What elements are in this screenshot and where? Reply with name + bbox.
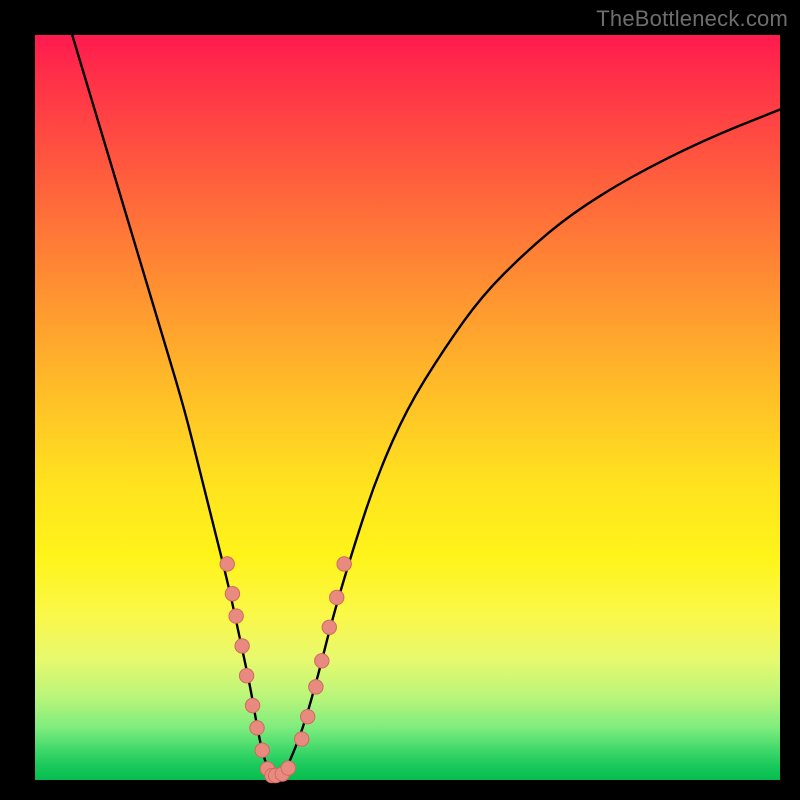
bottleneck-curve [72,35,780,776]
bottleneck-curve-svg [35,35,780,780]
data-marker [229,609,243,623]
data-marker [239,669,253,683]
plot-area [35,35,780,780]
data-marker [245,698,259,712]
data-marker [300,709,314,723]
data-marker [225,587,239,601]
data-marker [295,732,309,746]
data-marker [309,680,323,694]
data-markers [220,557,351,783]
data-marker [337,557,351,571]
data-marker [315,654,329,668]
data-marker [281,761,295,775]
data-marker [250,721,264,735]
data-marker [322,620,336,634]
data-marker [220,557,234,571]
data-marker [330,590,344,604]
data-marker [255,743,269,757]
chart-frame: TheBottleneck.com [0,0,800,800]
watermark-text: TheBottleneck.com [596,6,788,32]
data-marker [235,639,249,653]
